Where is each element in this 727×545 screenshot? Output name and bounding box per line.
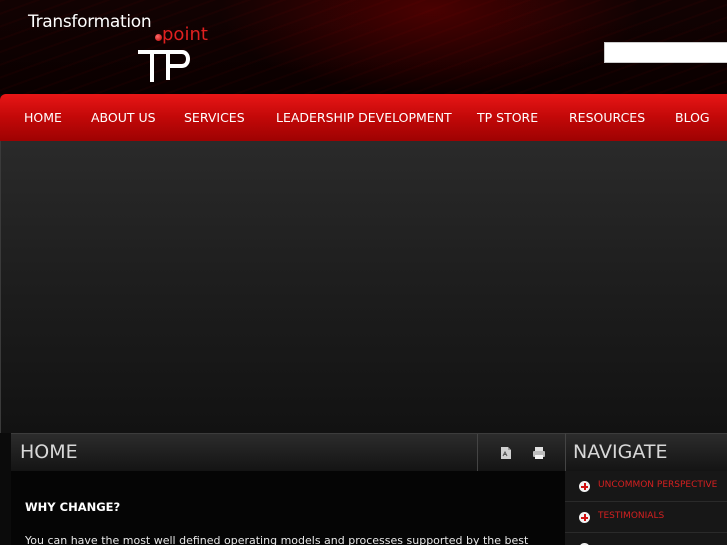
site-logo[interactable]: Transformation point	[28, 10, 228, 84]
header-divider	[477, 434, 478, 472]
pdf-icon[interactable]	[498, 445, 514, 461]
logo-text-point: point	[162, 24, 208, 45]
intro-paragraph: You can have the most well defined opera…	[25, 534, 529, 545]
site-header: Transformation point	[0, 0, 727, 94]
sidebar-title: NAVIGATE	[573, 441, 668, 463]
plus-circle-icon	[579, 512, 590, 523]
nav-resources[interactable]: RESOURCES	[569, 94, 645, 141]
sidebar-item-label: TESTIMONIALS	[598, 511, 665, 521]
hero-banner	[0, 141, 727, 433]
main-nav: HOME ABOUT US SERVICES LEADERSHIP DEVELO…	[0, 94, 727, 141]
nav-blog[interactable]: BLOG	[675, 94, 710, 141]
page-title: HOME	[20, 441, 78, 463]
sidebar-header: NAVIGATE	[565, 433, 727, 471]
sidebar-nav: UNCOMMON PERSPECTIVE TESTIMONIALS	[565, 471, 727, 545]
plus-circle-icon	[579, 481, 590, 492]
print-icon[interactable]	[531, 445, 547, 461]
nav-about-us[interactable]: ABOUT US	[91, 94, 156, 141]
nav-leadership-development[interactable]: LEADERSHIP DEVELOPMENT	[276, 94, 452, 141]
tp-logo-mark-icon	[138, 50, 190, 82]
sidebar-item-testimonials[interactable]: TESTIMONIALS	[565, 502, 727, 533]
content-header: HOME	[11, 433, 565, 472]
nav-home[interactable]: HOME	[24, 94, 62, 141]
search-input[interactable]	[604, 42, 727, 63]
logo-text-transformation: Transformation	[28, 12, 152, 32]
logo-dot	[155, 34, 162, 41]
sidebar-item-uncommon-perspective[interactable]: UNCOMMON PERSPECTIVE	[565, 471, 727, 502]
nav-tp-store[interactable]: TP STORE	[477, 94, 538, 141]
sidebar-item-third[interactable]	[565, 533, 727, 545]
section-heading: WHY CHANGE?	[25, 500, 121, 514]
nav-services[interactable]: SERVICES	[184, 94, 245, 141]
sidebar-item-label: UNCOMMON PERSPECTIVE	[598, 480, 718, 490]
content-body: WHY CHANGE? You can have the most well d…	[11, 471, 565, 545]
